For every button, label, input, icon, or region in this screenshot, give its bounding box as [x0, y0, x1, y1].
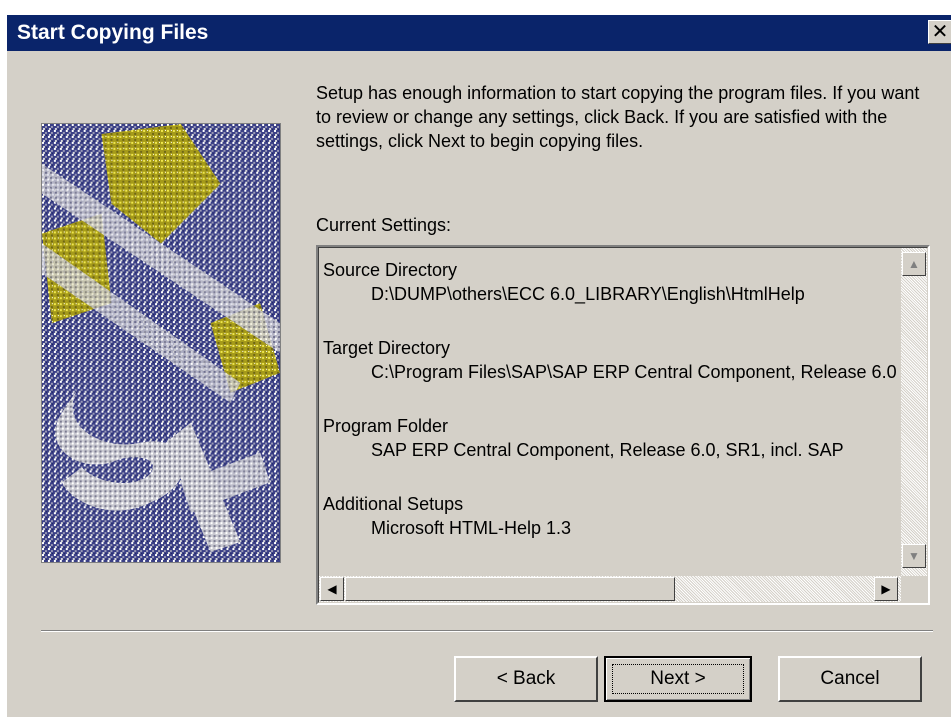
sap-banner-image	[41, 123, 281, 563]
cancel-button[interactable]: Cancel	[778, 656, 922, 702]
setting-heading: Additional Setups	[323, 494, 464, 514]
scroll-left-button[interactable]: ◀	[320, 577, 344, 601]
scroll-right-button[interactable]: ▶	[874, 577, 898, 601]
cancel-button-label: Cancel	[820, 668, 880, 689]
setting-heading: Program Folder	[323, 416, 449, 436]
setting-target-directory: Target Directory C:\Program Files\SAP\SA…	[323, 336, 897, 384]
sap-logo-artwork	[42, 124, 280, 562]
button-separator	[41, 630, 933, 632]
scroll-left-arrow-icon: ◀	[327, 582, 337, 596]
setting-value: C:\Program Files\SAP\SAP ERP Central Com…	[371, 362, 897, 382]
setting-value: Microsoft HTML-Help 1.3	[371, 518, 572, 538]
settings-content: Source Directory D:\DUMP\others\ECC 6.0_…	[323, 258, 897, 580]
scroll-down-arrow-icon: ▼	[908, 549, 920, 563]
dialog-title: Start Copying Files	[17, 21, 209, 44]
next-button-label: Next >	[650, 668, 706, 689]
horizontal-scrollbar[interactable]: ◀ ▶	[319, 576, 901, 602]
settings-frame: Source Directory D:\DUMP\others\ECC 6.0_…	[318, 247, 928, 603]
setup-dialog: Start Copying Files ✕ Setup has enough i…	[6, 14, 951, 717]
back-button[interactable]: < Back	[454, 656, 598, 702]
back-button-label: < Back	[496, 668, 556, 689]
setting-heading: Source Directory	[323, 260, 458, 280]
setting-heading: Target Directory	[323, 338, 451, 358]
next-button[interactable]: Next >	[604, 656, 752, 702]
intro-text: Setup has enough information to start co…	[316, 83, 920, 151]
horizontal-scroll-thumb[interactable]	[345, 577, 675, 601]
vertical-scrollbar[interactable]: ▲ ▼	[901, 248, 927, 576]
setting-additional-setups: Additional Setups Microsoft HTML-Help 1.…	[323, 492, 897, 540]
setting-value: D:\DUMP\others\ECC 6.0_LIBRARY\English\H…	[371, 284, 805, 304]
current-settings-label: Current Settings:	[316, 215, 452, 235]
scroll-up-button[interactable]: ▲	[902, 252, 926, 276]
scrollbar-corner	[901, 576, 927, 602]
title-bar[interactable]: Start Copying Files ✕	[7, 15, 951, 51]
close-icon: ✕	[931, 21, 949, 43]
scroll-up-arrow-icon: ▲	[908, 257, 920, 271]
close-button[interactable]: ✕	[928, 20, 951, 44]
scroll-down-button[interactable]: ▼	[902, 544, 926, 568]
setting-source-directory: Source Directory D:\DUMP\others\ECC 6.0_…	[323, 258, 897, 306]
scroll-right-arrow-icon: ▶	[881, 582, 891, 596]
setting-program-folder: Program Folder SAP ERP Central Component…	[323, 414, 897, 462]
setting-value: SAP ERP Central Component, Release 6.0, …	[371, 440, 844, 460]
current-settings-box[interactable]: Source Directory D:\DUMP\others\ECC 6.0_…	[316, 245, 930, 605]
